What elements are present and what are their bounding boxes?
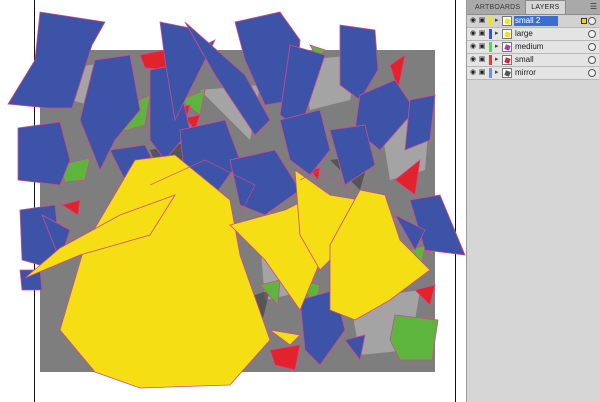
artwork[interactable] — [0, 0, 466, 402]
layer-thumbnail — [502, 68, 512, 78]
layer-list: ◉ ▣ ▸ small 2 ◉ ▣ ▸ large ◉ ▣ ▸ medium ◉… — [467, 15, 599, 80]
selected-art-indicator — [581, 18, 587, 24]
layer-row[interactable]: ◉ ▣ ▸ small — [467, 54, 599, 67]
visibility-eye-icon[interactable]: ◉ — [469, 30, 477, 38]
tab-layers[interactable]: LAYERS — [525, 0, 566, 14]
lock-icon[interactable]: ▣ — [478, 69, 486, 77]
layer-row[interactable]: ◉ ▣ ▸ small 2 — [467, 15, 599, 28]
layer-row[interactable]: ◉ ▣ ▸ mirror — [467, 67, 599, 80]
target-circle-icon[interactable] — [588, 17, 596, 25]
lock-icon[interactable]: ▣ — [478, 17, 486, 25]
lock-icon[interactable]: ▣ — [478, 30, 486, 38]
layer-row[interactable]: ◉ ▣ ▸ medium — [467, 41, 599, 54]
layer-name[interactable]: small — [515, 54, 534, 66]
layers-panel: ARTBOARDS LAYERS ☰ ◉ ▣ ▸ small 2 ◉ ▣ ▸ l… — [466, 0, 600, 402]
document-canvas[interactable] — [0, 0, 466, 402]
panel-menu-icon[interactable]: ☰ — [590, 3, 597, 11]
expand-triangle-icon[interactable]: ▸ — [495, 56, 499, 64]
expand-triangle-icon[interactable]: ▸ — [495, 17, 499, 25]
lock-icon[interactable]: ▣ — [478, 43, 486, 51]
visibility-eye-icon[interactable]: ◉ — [469, 69, 477, 77]
target-circle-icon[interactable] — [588, 43, 596, 51]
expand-triangle-icon[interactable]: ▸ — [495, 43, 499, 51]
target-circle-icon[interactable] — [588, 56, 596, 64]
layer-color-swatch — [489, 29, 492, 39]
layer-thumbnail — [502, 55, 512, 65]
layer-name[interactable]: medium — [515, 41, 543, 53]
expand-triangle-icon[interactable]: ▸ — [495, 69, 499, 77]
layer-name[interactable]: small 2 — [515, 15, 540, 27]
target-circle-icon[interactable] — [588, 69, 596, 77]
visibility-eye-icon[interactable]: ◉ — [469, 17, 477, 25]
lock-icon[interactable]: ▣ — [478, 56, 486, 64]
layer-thumbnail — [502, 16, 512, 26]
layer-thumbnail — [502, 29, 512, 39]
visibility-eye-icon[interactable]: ◉ — [469, 56, 477, 64]
layer-name[interactable]: mirror — [515, 67, 536, 79]
expand-triangle-icon[interactable]: ▸ — [495, 30, 499, 38]
layer-thumbnail — [502, 42, 512, 52]
layer-color-swatch — [489, 16, 492, 26]
layer-color-swatch — [489, 42, 492, 52]
layer-color-swatch — [489, 55, 492, 65]
target-circle-icon[interactable] — [588, 30, 596, 38]
tab-artboards[interactable]: ARTBOARDS — [470, 1, 525, 14]
layer-row[interactable]: ◉ ▣ ▸ large — [467, 28, 599, 41]
layer-color-swatch — [489, 68, 492, 78]
panel-tab-bar: ARTBOARDS LAYERS — [467, 0, 600, 15]
visibility-eye-icon[interactable]: ◉ — [469, 43, 477, 51]
layer-name[interactable]: large — [515, 28, 533, 40]
